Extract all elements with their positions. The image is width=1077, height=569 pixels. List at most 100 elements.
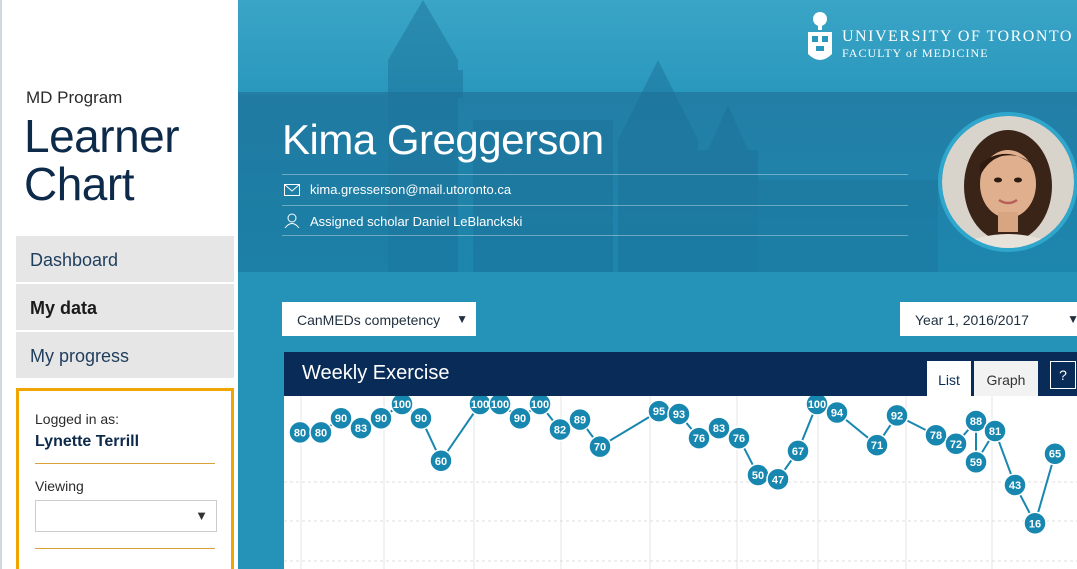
logged-in-label: Logged in as: <box>35 411 120 427</box>
data-label: 93 <box>673 409 685 421</box>
scholar-row: Assigned scholar Daniel LeBlanckski <box>282 205 908 233</box>
email-text[interactable]: kima.gresserson@mail.utoronto.ca <box>310 182 511 197</box>
data-point[interactable]: 100 <box>468 396 492 416</box>
data-label: 72 <box>950 439 962 451</box>
chevron-down-icon: ▼ <box>456 312 468 326</box>
graph-view-button[interactable]: Graph <box>974 361 1038 396</box>
data-point[interactable]: 80 <box>309 420 333 445</box>
login-panel: Logged in as: Lynette Terrill Viewing ▼ <box>16 388 234 569</box>
data-point[interactable]: 80 <box>288 420 312 445</box>
data-point[interactable]: 83 <box>349 416 373 440</box>
panel-header: Weekly Exercise List Graph ? <box>284 352 1077 396</box>
app-title-line2: Chart <box>24 158 134 210</box>
competency-value: CanMEDs competency <box>297 312 441 328</box>
data-point[interactable]: 100 <box>488 396 512 416</box>
data-point[interactable]: 16 <box>1023 511 1047 536</box>
data-label: 71 <box>871 440 883 452</box>
competency-dropdown[interactable]: CanMEDs competency ▼ <box>282 302 476 336</box>
data-label: 80 <box>294 427 306 439</box>
nav-dashboard[interactable]: Dashboard <box>16 236 234 282</box>
divider <box>35 548 215 549</box>
data-point[interactable]: 59 <box>964 450 988 474</box>
data-label: 50 <box>752 470 764 482</box>
data-point[interactable]: 76 <box>687 426 711 450</box>
data-label: 100 <box>491 399 509 411</box>
data-point[interactable]: 72 <box>944 432 968 456</box>
data-label: 95 <box>653 406 665 418</box>
logged-in-user: Lynette Terrill <box>35 433 140 450</box>
weekly-exercise-chart: 80 809083901009060100 1009010082897095 9376… <box>284 396 1077 569</box>
data-point[interactable]: 100 <box>390 396 414 416</box>
data-label: 90 <box>415 413 427 425</box>
data-label: 81 <box>989 426 1001 438</box>
scholar-text: Assigned scholar Daniel LeBlanckski <box>310 214 523 229</box>
data-point[interactable]: 78 <box>924 423 948 447</box>
app-title-line1: Learner <box>24 110 180 162</box>
panel-title: Weekly Exercise <box>302 362 450 384</box>
data-point[interactable]: 67 <box>786 439 810 463</box>
data-label: 67 <box>792 446 804 458</box>
data-label: 70 <box>594 442 606 454</box>
data-label: 65 <box>1049 449 1061 461</box>
nav-my-progress[interactable]: My progress <box>16 332 234 378</box>
year-dropdown[interactable]: Year 1, 2016/2017 ▼ <box>900 302 1077 336</box>
data-point[interactable]: 90 <box>369 406 393 430</box>
data-point[interactable]: 65 <box>1043 441 1067 466</box>
data-label: 43 <box>1009 480 1021 492</box>
data-point[interactable]: 94 <box>825 400 849 425</box>
data-point[interactable]: 100 <box>528 396 552 416</box>
chevron-down-icon: ▼ <box>1067 312 1077 326</box>
avatar <box>938 112 1077 252</box>
email-row: kima.gresserson@mail.utoronto.ca <box>282 174 908 202</box>
data-point[interactable]: 81 <box>983 419 1007 443</box>
data-label: 83 <box>713 423 725 435</box>
data-label: 16 <box>1029 518 1041 530</box>
data-label: 100 <box>531 399 549 411</box>
data-point[interactable]: 71 <box>865 433 889 457</box>
data-point[interactable]: 83 <box>707 416 731 440</box>
main-area: UNIVERSITY OF TORONTO FACULTY of MEDICIN… <box>238 0 1077 569</box>
data-label: 80 <box>315 427 327 439</box>
data-point[interactable]: 90 <box>329 406 353 430</box>
university-crest-icon <box>808 12 832 60</box>
data-label: 89 <box>574 415 586 427</box>
help-button[interactable]: ? <box>1050 361 1076 389</box>
profile-photo <box>942 116 1074 248</box>
data-point[interactable]: 50 <box>746 463 770 487</box>
data-point[interactable]: 92 <box>885 403 909 428</box>
program-label: MD Program <box>26 88 123 107</box>
data-point[interactable]: 90 <box>409 406 433 430</box>
data-label: 100 <box>808 399 826 411</box>
data-point[interactable]: 90 <box>508 406 532 430</box>
data-point[interactable]: 60 <box>429 449 453 473</box>
data-point[interactable]: 89 <box>568 407 592 432</box>
data-label: 94 <box>831 408 844 420</box>
faculty-name: FACULTY of MEDICINE <box>842 46 989 60</box>
app-title: Learner Chart <box>24 110 180 210</box>
data-point[interactable]: 47 <box>766 467 790 492</box>
data-label: 60 <box>435 456 447 468</box>
student-name: Kima Greggerson <box>282 116 604 163</box>
data-point[interactable]: 82 <box>548 417 572 442</box>
data-label: 90 <box>335 413 347 425</box>
data-label: 90 <box>514 413 526 425</box>
list-view-button[interactable]: List <box>927 361 971 396</box>
data-point[interactable]: 70 <box>588 434 612 459</box>
data-point[interactable]: 93 <box>667 402 691 426</box>
data-point[interactable]: 95 <box>647 399 671 423</box>
data-label: 92 <box>891 410 903 422</box>
viewing-label: Viewing <box>35 478 84 494</box>
nav-my-data[interactable]: My data <box>16 284 234 330</box>
data-label: 76 <box>693 433 705 445</box>
mail-icon <box>284 184 300 196</box>
user-icon <box>284 213 300 228</box>
data-point[interactable]: 43 <box>1003 473 1027 497</box>
viewing-select[interactable]: ▼ <box>35 500 217 532</box>
university-name: UNIVERSITY OF TORONTO <box>842 28 1073 45</box>
data-label: 90 <box>375 413 387 425</box>
data-point[interactable]: 76 <box>727 426 751 450</box>
data-label: 78 <box>930 430 942 442</box>
sidebar: MD Program Learner Chart Dashboard My da… <box>0 0 238 569</box>
data-point[interactable]: 100 <box>805 396 829 416</box>
data-label: 100 <box>393 399 411 411</box>
